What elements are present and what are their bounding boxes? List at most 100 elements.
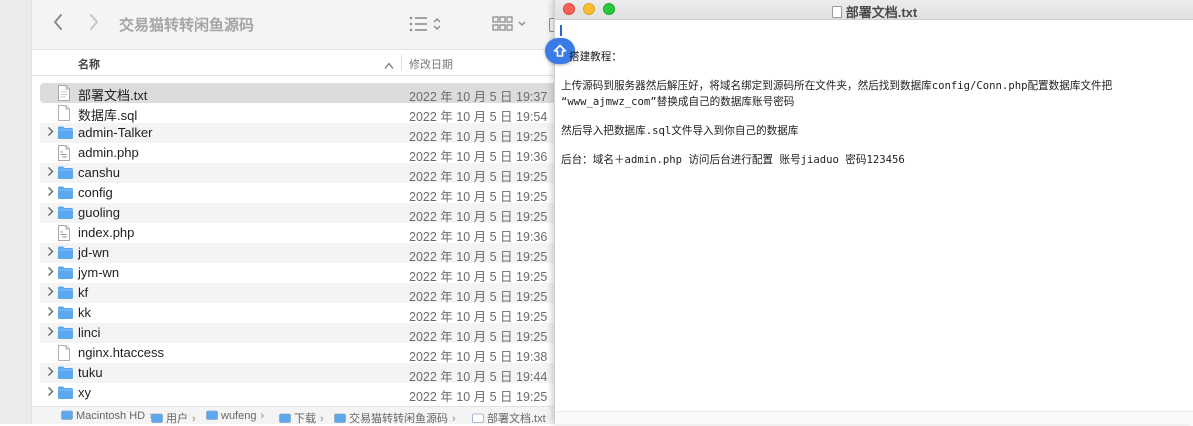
file-row[interactable]: tuku 2022 年 10 月 5 日 19:44 [40, 363, 565, 384]
folder-icon [57, 185, 74, 201]
file-row[interactable]: guoling 2022 年 10 月 5 日 19:25 [40, 203, 565, 224]
finder-toolbar [32, 0, 565, 50]
path-crumb-label: 用户 [166, 413, 188, 425]
file-name: jym-wn [78, 265, 120, 280]
file-name: jd-wn [78, 245, 110, 260]
column-divider[interactable] [401, 55, 402, 71]
path-crumb[interactable]: wufeng › [206, 410, 264, 422]
file-row[interactable]: 数据库.sql 2022 年 10 月 5 日 19:54 [40, 103, 565, 124]
folder-icon [57, 385, 74, 401]
file-list: 部署文档.txt 2022 年 10 月 5 日 19:37 数据库.sql 2022… [40, 83, 565, 404]
file-row[interactable]: canshu 2022 年 10 月 5 日 19:25 [40, 163, 565, 184]
document-icon [831, 6, 842, 18]
path-crumb-label: 交易猫转转闲鱼源码 [349, 413, 448, 425]
file-name: kk [78, 305, 91, 320]
finder-sidebar [0, 0, 32, 424]
document-icon [57, 345, 74, 361]
disclosure-chevron-icon[interactable] [47, 326, 54, 340]
path-bar: Macintosh HD › 用户 › wufeng › 下载 › 交易猫转转闲鱼源码 › 部署文档… [32, 406, 565, 425]
disclosure-chevron-icon[interactable] [47, 166, 54, 180]
folder-icon [57, 245, 74, 261]
chevron-right-icon [90, 14, 98, 30]
column-date-header[interactable]: 修改日期 [409, 56, 453, 72]
file-name: tuku [78, 365, 103, 380]
file-row[interactable]: jym-wn 2022 年 10 月 5 日 19:25 [40, 263, 565, 284]
text-cursor [560, 25, 562, 36]
php-file-icon [57, 225, 74, 241]
path-crumb-label: 部署文档.txt [487, 413, 546, 425]
file-row[interactable]: nginx.htaccess 2022 年 10 月 5 日 19:38 [40, 343, 565, 364]
disclosure-chevron-icon[interactable] [47, 286, 54, 300]
disclosure-chevron-icon[interactable] [47, 246, 54, 260]
back-button[interactable] [52, 13, 64, 35]
textedit-window: 部署文档.txt 搭建教程： 上传源码到服务器然后解压好，将域名绑定到源码所在文… [545, 0, 1193, 424]
hard-drive-icon [61, 410, 73, 420]
file-name: guoling [78, 205, 120, 220]
file-row[interactable]: jd-wn 2022 年 10 月 5 日 19:25 [40, 243, 565, 264]
path-separator-icon: › [260, 410, 265, 422]
path-crumb-label: Macintosh HD [76, 410, 146, 422]
file-name: 数据库.sql [78, 108, 138, 123]
finder-window-title: 交易猫转转闲鱼源码 [119, 17, 255, 34]
list-view-icon [409, 16, 441, 32]
file-name: config [78, 185, 113, 200]
path-crumb-label: wufeng [221, 410, 257, 422]
group-button[interactable] [492, 14, 532, 34]
folder-icon [57, 265, 74, 281]
file-name: nginx.htaccess [78, 345, 164, 360]
doc-line: 然后导入把数据库.sql文件导入到你自己的数据库 [561, 125, 799, 137]
doc-line: 搭建教程： [569, 51, 622, 63]
column-name-header[interactable]: 名称 [78, 56, 100, 72]
doc-line: “www_ajmwz_com”替换成自己的数据库账号密码 [561, 96, 795, 108]
folder-icon [57, 325, 74, 341]
disclosure-chevron-icon[interactable] [47, 366, 54, 380]
editor-titlebar: 部署文档.txt [555, 0, 1193, 20]
sort-ascending-icon[interactable] [384, 57, 394, 75]
chevron-left-icon [54, 14, 62, 30]
disclosure-chevron-icon[interactable] [47, 126, 54, 140]
doc-line: 上传源码到服务器然后解压好，将域名绑定到源码所在文件夹，然后找到数据库confi… [561, 80, 1113, 92]
grid-view-icon [492, 16, 526, 31]
path-crumb-label: 下载 [294, 413, 316, 425]
file-row[interactable]: kf 2022 年 10 月 5 日 19:25 [40, 283, 565, 304]
path-crumb[interactable]: Macintosh HD › [61, 410, 153, 422]
folder-icon [57, 205, 74, 221]
file-name: index.php [78, 225, 135, 240]
file-row[interactable]: admin.php 2022 年 10 月 5 日 19:36 [40, 143, 565, 164]
file-name: linci [78, 325, 101, 340]
file-row[interactable]: index.php 2022 年 10 月 5 日 19:36 [40, 223, 565, 244]
file-name: admin-Talker [78, 125, 153, 140]
file-name: kf [78, 285, 89, 300]
file-row[interactable]: 部署文档.txt 2022 年 10 月 5 日 19:37 [40, 83, 565, 104]
disclosure-chevron-icon[interactable] [47, 186, 54, 200]
file-name: canshu [78, 165, 120, 180]
folder-icon [334, 413, 346, 423]
file-name: xy [78, 385, 91, 400]
disclosure-chevron-icon[interactable] [47, 306, 54, 320]
document-icon [472, 413, 484, 423]
php-file-icon [57, 145, 74, 161]
path-separator-icon: › [452, 413, 456, 425]
file-row[interactable]: xy 2022 年 10 月 5 日 19:25 [40, 383, 565, 404]
view-options-button[interactable] [408, 14, 448, 34]
column-header [32, 51, 565, 76]
folder-icon [57, 125, 74, 141]
file-row[interactable]: kk 2022 年 10 月 5 日 19:25 [40, 303, 565, 324]
text-file-icon [57, 85, 74, 101]
disclosure-chevron-icon[interactable] [47, 386, 54, 400]
disclosure-chevron-icon[interactable] [47, 266, 54, 280]
disclosure-chevron-icon[interactable] [47, 206, 54, 220]
file-row[interactable]: linci 2022 年 10 月 5 日 19:25 [40, 323, 565, 344]
home-folder-icon [206, 410, 218, 420]
file-row[interactable]: admin-Talker 2022 年 10 月 5 日 19:25 [40, 123, 565, 144]
forward-button[interactable] [88, 13, 100, 35]
document-body[interactable]: 搭建教程： 上传源码到服务器然后解压好，将域名绑定到源码所在文件夹，然后找到数据… [561, 49, 1181, 168]
doc-line: 后台：域名＋admin.php 访问后台进行配置 账号jiaduo 密码1234… [561, 154, 905, 166]
folder-icon [57, 285, 74, 301]
finder-window: 交易猫转转闲鱼源码 名称 修改日期 部署文档.txt 2022 年 10 月 5 … [0, 0, 565, 425]
folder-icon [279, 413, 291, 423]
path-separator-icon: › [192, 413, 196, 425]
editor-title: 部署文档.txt [555, 2, 1193, 21]
path-separator-icon: › [320, 413, 324, 425]
file-row[interactable]: config 2022 年 10 月 5 日 19:25 [40, 183, 565, 204]
